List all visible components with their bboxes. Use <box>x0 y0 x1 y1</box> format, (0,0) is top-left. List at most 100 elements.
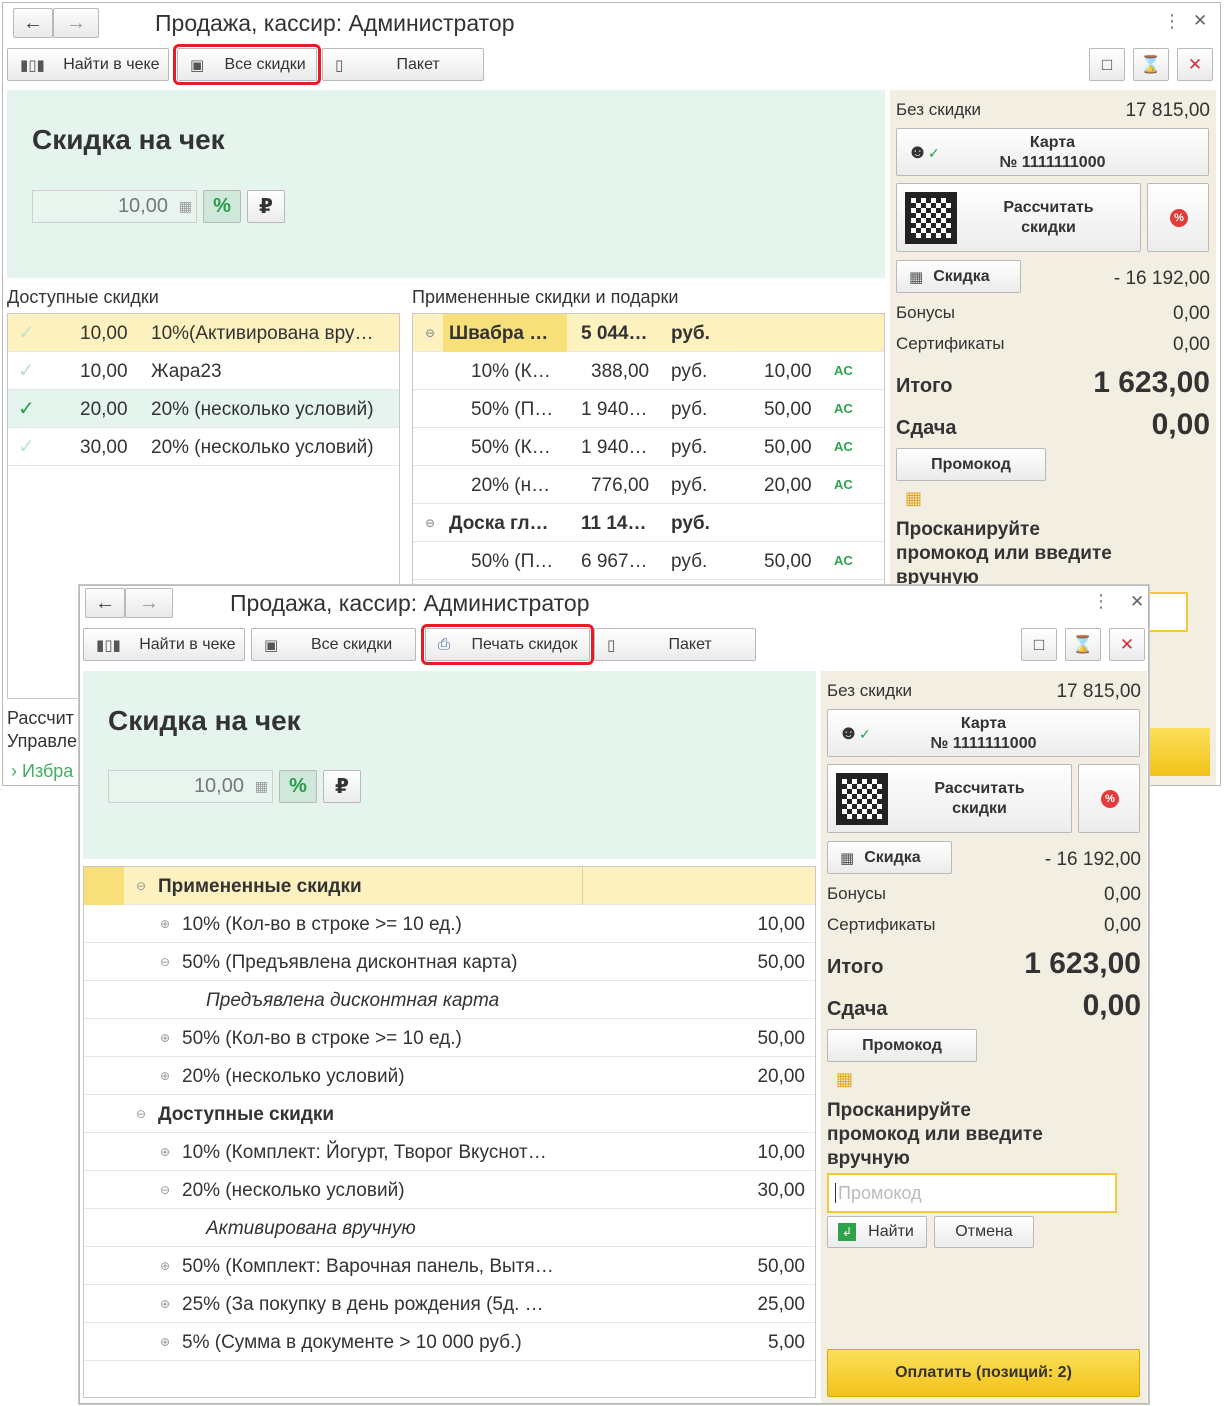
promo-button[interactable]: Промокод <box>827 1029 977 1062</box>
check-icon: ✓ <box>18 360 35 382</box>
table-row[interactable]: 50% (П… 6 967… руб. 50,00 AC <box>413 542 884 580</box>
promo-input[interactable]: Промокод <box>827 1173 1117 1213</box>
tree-row[interactable]: ⊕ 25% (За покупку в день рождения (5д. … 2… <box>84 1285 815 1323</box>
discount-value-input[interactable]: 10,00 ▦ <box>32 190 197 223</box>
tree-row[interactable]: ⊖ 50% (Предъявлена дисконтная карта) 50,00 <box>84 943 815 981</box>
expand-icon[interactable]: ⊕ <box>160 917 170 931</box>
discount-tree-table: ⊖ Примененные скидки ⊕ 10% (Кол-во в строке… <box>83 866 816 1398</box>
tree-row[interactable]: ⊕ 5% (Сумма в документе > 10 000 руб.) 5,0… <box>84 1323 815 1361</box>
cancel-x-icon[interactable]: ✕ <box>1177 48 1213 81</box>
more-menu-icon[interactable]: ⋮ <box>1092 591 1110 612</box>
collapse-icon[interactable]: ⊖ <box>136 879 146 893</box>
package-button[interactable]: ▯ Пакет <box>322 48 484 81</box>
cancel-x-icon[interactable]: ✕ <box>1109 628 1145 661</box>
back-arrow-icon[interactable]: ← <box>13 8 53 38</box>
calc-discounts-button[interactable]: Рассчитать скидки <box>896 183 1141 252</box>
expand-icon[interactable]: ⊕ <box>160 1145 170 1159</box>
table-row[interactable]: ✓ 10,00 10%(Активирована вру… <box>8 314 399 352</box>
hourglass-icon[interactable]: ⌛ <box>1133 48 1169 81</box>
tree-row[interactable]: Предъявлена дисконтная карта <box>84 981 815 1019</box>
find-in-check-button[interactable]: ▮▯▮ Найти в чеке <box>7 48 169 81</box>
check-icon: ✓ <box>18 398 35 420</box>
table-row[interactable]: 50% (П… 1 940… руб. 50,00 AC <box>413 390 884 428</box>
promo-button[interactable]: Промокод <box>896 448 1046 481</box>
bag-icon: ▯ <box>335 56 344 74</box>
collapse-icon[interactable]: ⊖ <box>160 1183 170 1197</box>
comment-icon[interactable]: □ <box>1021 628 1057 661</box>
tree-row[interactable]: ⊕ 10% (Комплект: Йогурт, Творог Вкуснот… 1… <box>84 1133 815 1171</box>
close-icon[interactable]: ✕ <box>1130 592 1144 612</box>
discount-button[interactable]: ▦ Скидка <box>896 260 1021 293</box>
manage-link-partial[interactable]: Управле <box>7 731 77 752</box>
tree-row[interactable]: ⊕ 50% (Комплект: Варочная панель, Вытя… 50… <box>84 1247 815 1285</box>
percent-discount-button[interactable]: % <box>1078 764 1140 833</box>
check-icon: ✓ <box>18 322 35 344</box>
table-row[interactable]: 10% (К… 388,00 руб. 10,00 AC <box>413 352 884 390</box>
calc-discounts-button[interactable]: Рассчитать скидки <box>827 764 1072 833</box>
tree-row[interactable]: ⊕ 20% (несколько условий) 20,00 <box>84 1057 815 1095</box>
calc-link-partial[interactable]: Рассчит <box>7 708 74 729</box>
table-row[interactable]: 50% (К… 1 940… руб. 50,00 AC <box>413 428 884 466</box>
ruble-toggle[interactable]: ₽ <box>247 190 285 223</box>
table-row[interactable]: ⊖ Швабра … 5 044… руб. <box>413 314 884 352</box>
tree-group-row[interactable]: ⊖ Примененные скидки <box>84 867 815 905</box>
tree-row[interactable]: ⊖ 20% (несколько условий) 30,00 <box>84 1171 815 1209</box>
all-discounts-button[interactable]: ▣ Все скидки <box>251 628 416 661</box>
discount-value-input[interactable]: 10,00 ▦ <box>108 770 273 803</box>
expand-icon[interactable]: ⊕ <box>160 1335 170 1349</box>
hourglass-icon[interactable]: ⌛ <box>1065 628 1101 661</box>
tree-row[interactable]: ⊕ 50% (Кол-во в строке >= 10 ед.) 50,00 <box>84 1019 815 1057</box>
table-row[interactable]: ✓ 10,00 Жара23 <box>8 352 399 390</box>
tree-row[interactable]: ⊕ 10% (Кол-во в строке >= 10 ед.) 10,00 <box>84 905 815 943</box>
card-button[interactable]: ☻✓ Карта № 1111111000 <box>827 709 1140 757</box>
tree-row-label: 20% (несколько условий) <box>182 1180 405 1201</box>
barcode-icon: ▮▯▮ <box>96 636 121 654</box>
percent-toggle[interactable]: % <box>203 190 241 223</box>
table-row[interactable]: ✓ 30,00 20% (несколько условий) <box>8 428 399 466</box>
close-icon[interactable]: ✕ <box>1193 11 1207 31</box>
report-icon: ▣ <box>264 636 279 654</box>
table-row[interactable]: ⊖ Доска гл… 11 14… руб. <box>413 504 884 542</box>
package-button[interactable]: ▯ Пакет <box>594 628 756 661</box>
expand-icon[interactable]: ⊕ <box>160 1297 170 1311</box>
cancel-button[interactable]: Отмена <box>934 1216 1034 1248</box>
percent-toggle[interactable]: % <box>279 770 317 803</box>
favorites-link-partial[interactable]: › Избра <box>11 761 73 782</box>
tree-row-label: 50% (Предъявлена дисконтная карта) <box>182 952 518 973</box>
all-discounts-button[interactable]: ▣ Все скидки <box>173 44 321 85</box>
table-row[interactable]: 20% (н… 776,00 руб. 20,00 AC <box>413 466 884 504</box>
calculator-icon[interactable]: ▦ <box>255 778 268 795</box>
discount-button[interactable]: ▦ Скидка <box>827 841 952 874</box>
card-button[interactable]: ☻✓ Карта № 1111111000 <box>896 128 1209 176</box>
find-in-check-button[interactable]: ▮▯▮ Найти в чеке <box>83 628 245 661</box>
forward-arrow-icon[interactable]: → <box>53 8 99 38</box>
expand-icon[interactable]: ⊕ <box>160 1031 170 1045</box>
ruble-toggle[interactable]: ₽ <box>323 770 361 803</box>
back-arrow-icon[interactable]: ← <box>85 588 125 618</box>
pay-button[interactable]: Оплатить (позиций: 2) <box>827 1349 1140 1397</box>
find-button[interactable]: ↲ Найти <box>827 1216 927 1248</box>
forward-arrow-icon[interactable]: → <box>125 588 173 618</box>
tree-row-label: Примененные скидки <box>158 876 362 897</box>
table-row[interactable]: ✓ 20,00 20% (несколько условий) <box>8 390 399 428</box>
tree-row[interactable]: Активирована вручную <box>84 1209 815 1247</box>
printer-icon: ⎙ <box>438 636 451 653</box>
report-icon: ▣ <box>190 56 205 74</box>
percent-discount-button[interactable]: % <box>1147 183 1209 252</box>
expand-icon[interactable]: ⊕ <box>160 1259 170 1273</box>
comment-icon[interactable]: □ <box>1089 48 1125 81</box>
ac-badge: AC <box>834 477 853 492</box>
collapse-icon[interactable]: ⊖ <box>136 1107 146 1121</box>
tree-row-label: Активирована вручную <box>206 1218 416 1239</box>
print-discounts-button[interactable]: ⎙ Печать скидок <box>421 624 594 665</box>
tree-group-row[interactable]: ⊖ Доступные скидки <box>84 1095 815 1133</box>
ticket-icon: ▦ <box>905 488 923 508</box>
more-menu-icon[interactable]: ⋮ <box>1163 11 1181 32</box>
enter-icon: ↲ <box>838 1223 856 1241</box>
discount-panel: Скидка на чек 10,00 ▦ % ₽ <box>83 671 816 859</box>
expand-icon[interactable]: ⊕ <box>160 1069 170 1083</box>
calculator-icon[interactable]: ▦ <box>179 198 192 215</box>
tree-row-value: 50,00 <box>757 1256 805 1277</box>
collapse-icon[interactable]: ⊖ <box>160 955 170 969</box>
ac-badge: AC <box>834 553 853 568</box>
